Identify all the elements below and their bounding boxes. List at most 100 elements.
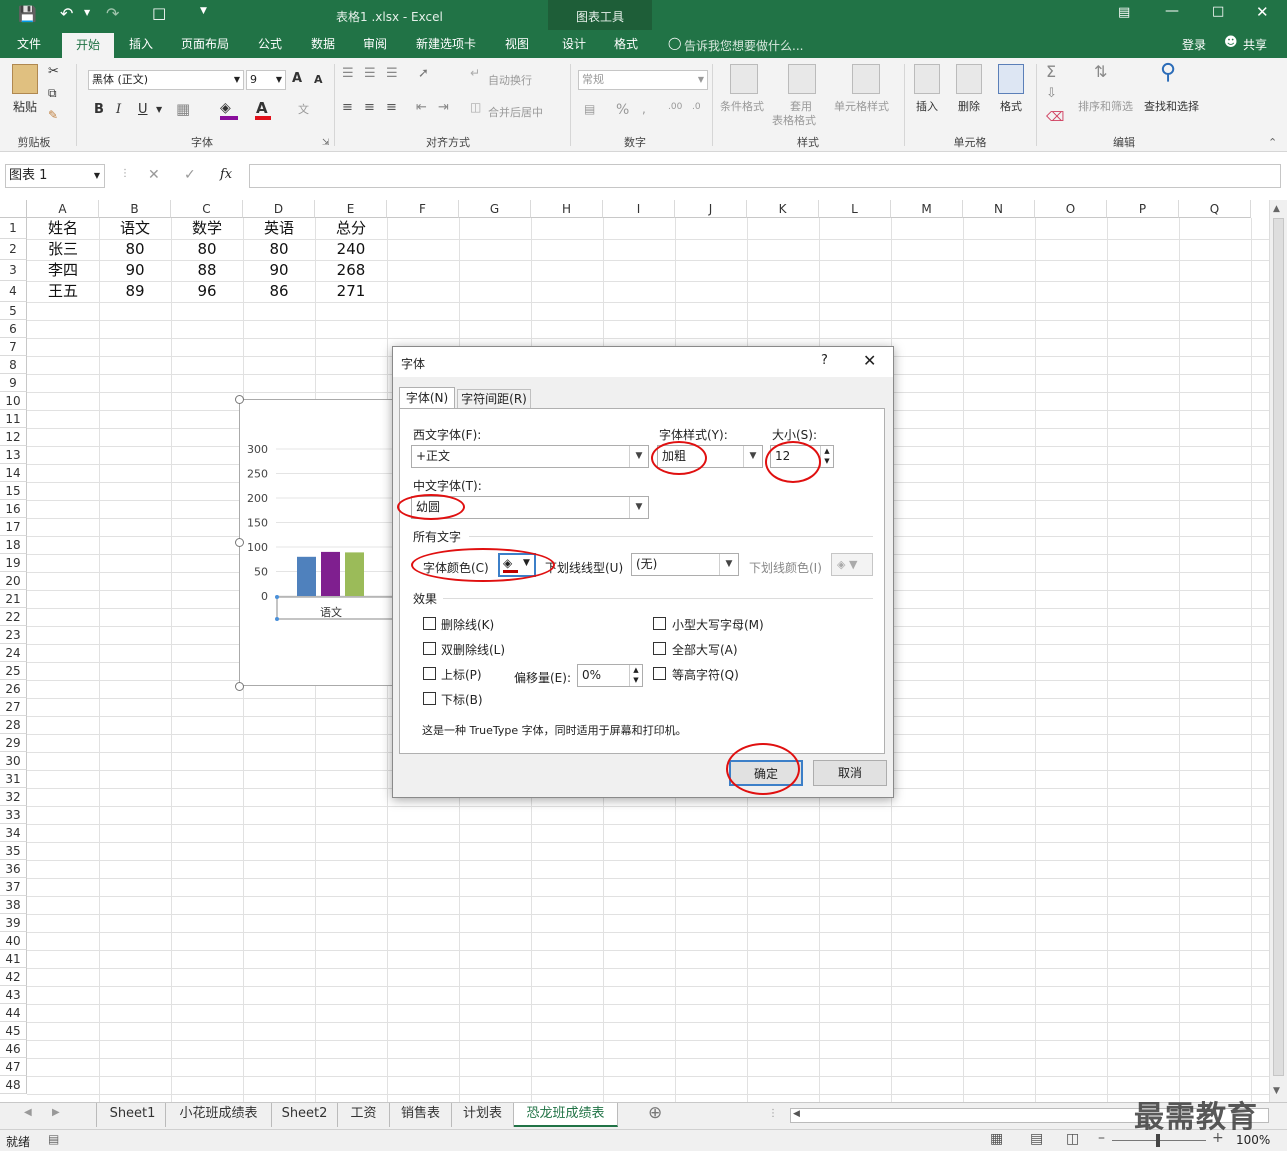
row-header[interactable]: 37 [0, 878, 27, 896]
undo-dropdown-icon[interactable]: ▼ [84, 8, 90, 17]
normal-view-icon[interactable]: ▦ [990, 1131, 1003, 1147]
small-caps-checkbox[interactable] [653, 617, 666, 630]
paste-button[interactable]: 粘贴 [13, 98, 37, 115]
close-icon[interactable]: ✕ [1256, 3, 1269, 21]
row-header[interactable]: 26 [0, 680, 27, 698]
font-color-icon[interactable]: A [256, 99, 268, 117]
row-header[interactable]: 7 [0, 338, 27, 356]
chart-resize-handle[interactable] [235, 682, 244, 691]
align-center-icon[interactable]: ≡ [364, 100, 375, 115]
formula-input[interactable] [249, 164, 1281, 188]
chart-resize-handle[interactable] [235, 538, 244, 547]
equalize-height-checkbox[interactable] [653, 667, 666, 680]
sheet-tab[interactable]: 小花班成绩表 [166, 1103, 272, 1127]
table-cell[interactable]: 268 [315, 260, 387, 281]
vertical-scrollbar[interactable]: ▲ ▼ [1269, 200, 1287, 1102]
new-file-icon[interactable]: □ [152, 4, 166, 22]
align-middle-icon[interactable]: ☰ [364, 66, 376, 81]
insert-cells-icon[interactable] [914, 64, 940, 94]
tab-font[interactable]: 字体(N) [399, 387, 455, 409]
fill-color-icon[interactable]: ◈ [220, 100, 231, 116]
scroll-left-icon[interactable]: ◀ [793, 1109, 800, 1119]
column-header[interactable]: P [1107, 200, 1179, 218]
autosum-icon[interactable]: Σ [1046, 62, 1056, 81]
row-header[interactable]: 10 [0, 392, 27, 410]
chart-bar[interactable] [345, 552, 364, 596]
sheet-tab[interactable]: 工资 [338, 1103, 390, 1127]
table-cell[interactable]: 271 [315, 281, 387, 302]
find-icon[interactable]: ⚲ [1160, 60, 1176, 85]
table-cell[interactable]: 总分 [315, 218, 387, 239]
latin-font-combo[interactable]: +正文 ▼ [411, 445, 649, 468]
underline-button[interactable]: U [138, 102, 148, 117]
tab-view[interactable]: 视图 [494, 30, 540, 58]
axis-handle[interactable] [275, 595, 279, 599]
page-layout-view-icon[interactable]: ▤ [1030, 1131, 1043, 1147]
row-header[interactable]: 23 [0, 626, 27, 644]
row-header[interactable]: 27 [0, 698, 27, 716]
align-left-icon[interactable]: ≡ [342, 100, 353, 115]
name-box[interactable]: 图表 1 ▼ [5, 164, 105, 188]
row-header[interactable]: 17 [0, 518, 27, 536]
table-cell[interactable]: 80 [99, 239, 171, 260]
strikethrough-checkbox[interactable] [423, 617, 436, 630]
superscript-checkbox[interactable] [423, 667, 436, 680]
column-header[interactable]: N [963, 200, 1035, 218]
minimize-icon[interactable]: — [1165, 3, 1179, 19]
page-break-view-icon[interactable]: ◫ [1066, 1131, 1079, 1147]
row-header[interactable]: 40 [0, 932, 27, 950]
row-header[interactable]: 38 [0, 896, 27, 914]
collapse-ribbon-icon[interactable]: ⌃ [1268, 136, 1277, 149]
align-right-icon[interactable]: ≡ [386, 100, 397, 115]
tab-format[interactable]: 格式 [604, 30, 648, 58]
copy-icon[interactable]: ⧉ [48, 86, 57, 101]
row-header[interactable]: 8 [0, 356, 27, 374]
fill-icon[interactable]: ⇩ [1046, 86, 1057, 101]
format-cells-button[interactable]: 格式 [1000, 98, 1022, 114]
column-header[interactable]: C [171, 200, 243, 218]
column-header[interactable]: O [1035, 200, 1107, 218]
row-header[interactable]: 44 [0, 1004, 27, 1022]
chart-bar[interactable] [321, 551, 340, 596]
decrease-indent-icon[interactable]: ⇤ [416, 100, 427, 115]
dialog-close-icon[interactable]: ✕ [863, 351, 876, 370]
row-header[interactable]: 13 [0, 446, 27, 464]
row-header[interactable]: 32 [0, 788, 27, 806]
table-cell[interactable]: 李四 [27, 260, 99, 281]
scroll-down-icon[interactable]: ▼ [1273, 1086, 1280, 1096]
double-strikethrough-checkbox[interactable] [423, 642, 436, 655]
chart-object[interactable]: 300 250 200 150 100 50 0 语文 [239, 399, 400, 686]
row-header[interactable]: 39 [0, 914, 27, 932]
table-cell[interactable]: 96 [171, 281, 243, 302]
insert-cells-button[interactable]: 插入 [916, 98, 938, 114]
row-header[interactable]: 46 [0, 1040, 27, 1058]
table-cell[interactable]: 89 [99, 281, 171, 302]
row-header[interactable]: 35 [0, 842, 27, 860]
grow-font-button[interactable]: A [292, 71, 302, 86]
table-cell[interactable]: 姓名 [27, 218, 99, 239]
table-cell[interactable]: 张三 [27, 239, 99, 260]
add-sheet-icon[interactable]: ⊕ [648, 1103, 662, 1123]
row-header[interactable]: 33 [0, 806, 27, 824]
column-header[interactable]: I [603, 200, 675, 218]
row-header[interactable]: 43 [0, 986, 27, 1004]
tab-data[interactable]: 数据 [300, 30, 346, 58]
offset-spinner[interactable]: 0% ▲ ▼ [577, 664, 643, 687]
shrink-font-button[interactable]: A [314, 73, 323, 86]
align-bottom-icon[interactable]: ☰ [386, 66, 398, 81]
tab-design[interactable]: 设计 [552, 30, 596, 58]
next-sheet-icon[interactable]: ▶ [52, 1107, 60, 1118]
row-header[interactable]: 3 [0, 260, 27, 281]
italic-button[interactable]: I [116, 102, 121, 117]
row-header[interactable]: 4 [0, 281, 27, 302]
row-header[interactable]: 47 [0, 1058, 27, 1076]
orientation-icon[interactable]: ➚ [418, 66, 429, 81]
tab-file[interactable]: 文件 [4, 30, 54, 58]
row-header[interactable]: 2 [0, 239, 27, 260]
sheet-tab-active[interactable]: 恐龙班成绩表 [514, 1103, 618, 1127]
share-button[interactable]: 共享 [1243, 36, 1267, 53]
table-cell[interactable]: 王五 [27, 281, 99, 302]
sheet-tab[interactable]: 销售表 [390, 1103, 452, 1127]
row-header[interactable]: 29 [0, 734, 27, 752]
row-header[interactable]: 31 [0, 770, 27, 788]
